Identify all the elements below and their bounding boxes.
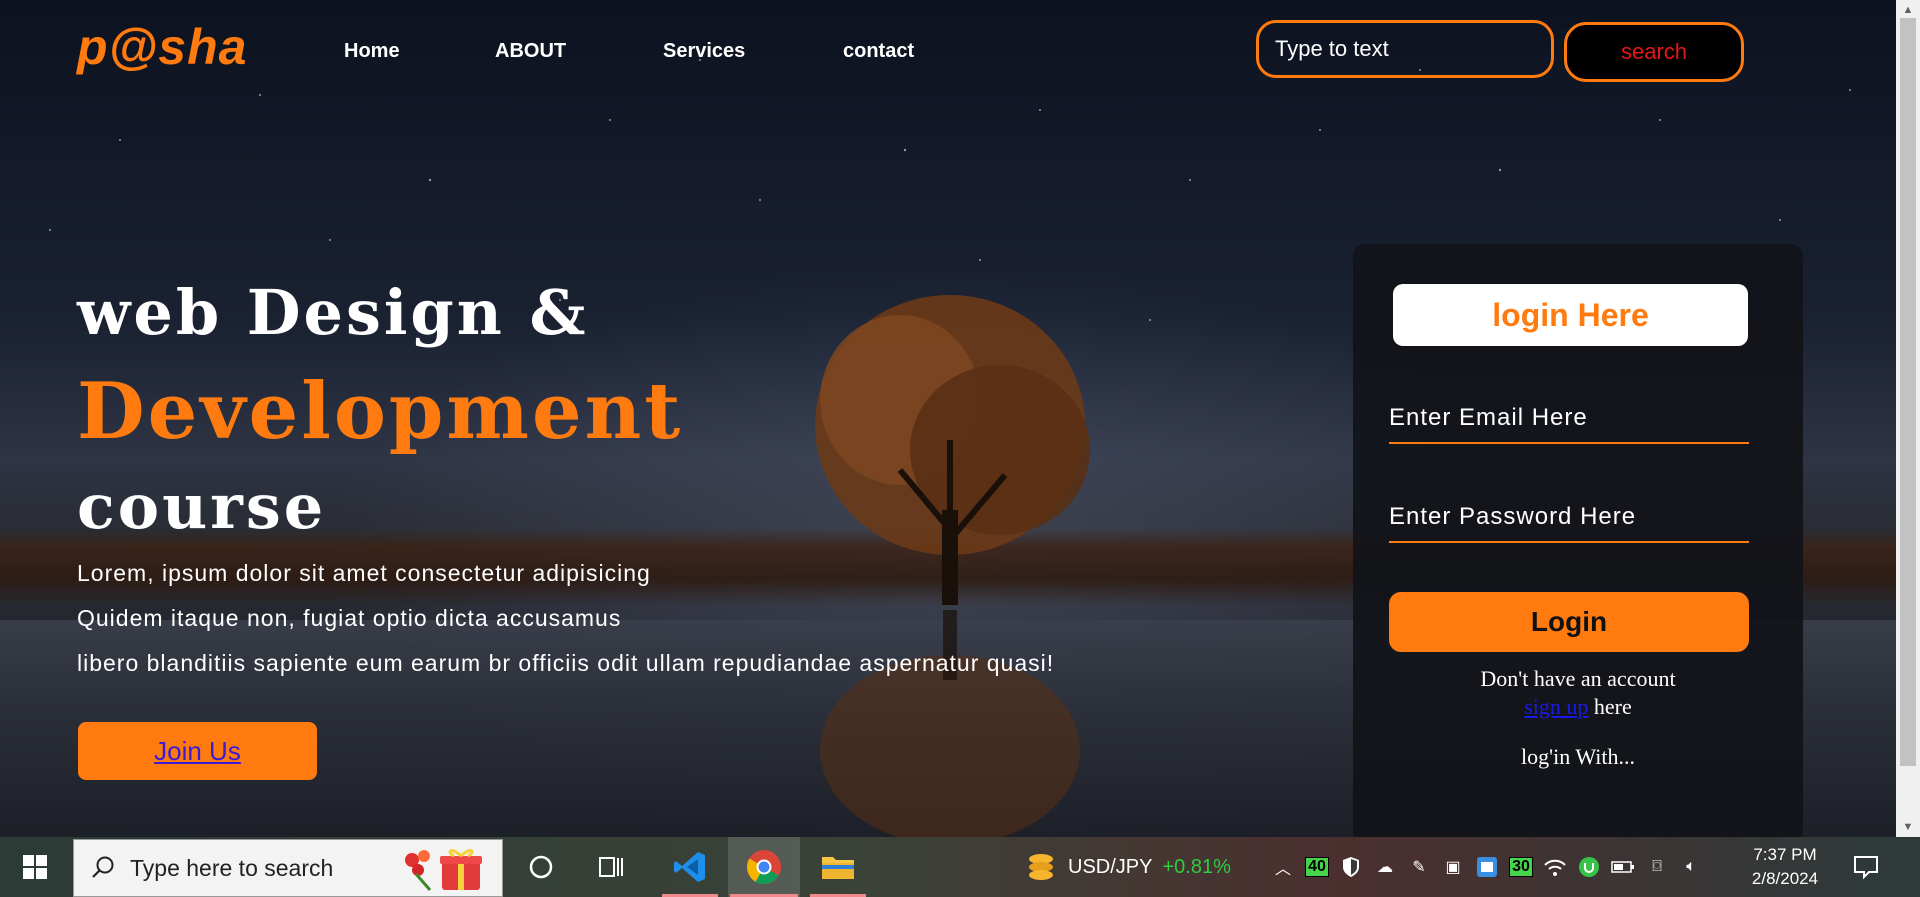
scroll-thumb[interactable] <box>1900 18 1916 766</box>
login-card-title: login Here <box>1393 284 1748 346</box>
cloud-sync-icon[interactable]: ☁ <box>1372 854 1398 880</box>
tray-app-icon[interactable]: ▣ <box>1440 854 1466 880</box>
nav-about[interactable]: ABOUT <box>495 40 566 63</box>
task-view-icon <box>599 857 623 877</box>
login-with-text: log'in With... <box>1521 744 1635 769</box>
camera-privacy-icon[interactable]: ⌼ <box>1644 854 1670 880</box>
signup-line: sign up here <box>1353 694 1803 720</box>
folder-icon <box>822 857 854 879</box>
nav-contact[interactable]: contact <box>843 40 914 63</box>
notification-center-icon[interactable] <box>1852 853 1880 886</box>
webpage-viewport: p@sha Home ABOUT Services contact search… <box>0 0 1896 837</box>
login-button[interactable]: Login <box>1389 592 1749 652</box>
search-input[interactable] <box>1256 20 1554 78</box>
battery-icon[interactable] <box>1610 854 1636 880</box>
currency-ticker-widget[interactable]: USD/JPY +0.81% <box>1024 837 1231 897</box>
upwork-icon[interactable] <box>1576 854 1602 880</box>
ticker-pair: USD/JPY <box>1068 855 1153 878</box>
nav-services[interactable]: Services <box>663 40 745 63</box>
gift-flowers-icon <box>405 849 482 891</box>
taskbar-app-vscode[interactable] <box>660 837 720 897</box>
hero-paragraph-line: Lorem, ipsum dolor sit amet consectetur … <box>77 560 651 586</box>
scroll-up-arrow-icon[interactable]: ▲ <box>1902 4 1914 16</box>
signup-suffix: here <box>1593 694 1632 719</box>
join-us-button[interactable]: Join Us <box>78 722 317 780</box>
taskbar-search-placeholder: Type here to search <box>130 854 334 881</box>
chrome-icon <box>747 850 781 884</box>
tree-silhouette <box>815 295 1090 837</box>
system-tray: ︿ 40 ☁ ✎ ▣ 30 ⌼ 🔈︎ <box>1270 837 1704 897</box>
hero-title-line3: course <box>77 470 327 543</box>
windows-logo-icon <box>23 855 47 879</box>
pen-tablet-icon[interactable]: ✎ <box>1406 854 1432 880</box>
show-hidden-icons-chevron-icon[interactable]: ︿ <box>1270 854 1296 880</box>
coins-icon <box>1029 854 1053 880</box>
task-view-button[interactable] <box>586 837 636 897</box>
hero-title-line2: Development <box>77 366 684 457</box>
site-logo[interactable]: p@sha <box>77 18 247 76</box>
hero-paragraph-line: libero blanditiis sapiente eum earum br … <box>77 650 1055 676</box>
vertical-scrollbar[interactable]: ▲ ▼ <box>1896 0 1920 837</box>
taskbar-clock[interactable]: 7:37 PM 2/8/2024 <box>1740 843 1830 891</box>
windows-taskbar: Type here to search USD/JPY +0.81% ︿ 40 … <box>0 837 1920 897</box>
search-icon <box>92 856 114 878</box>
clock-date: 2/8/2024 <box>1751 869 1819 888</box>
start-button[interactable] <box>0 837 70 897</box>
taskbar-app-file-explorer[interactable] <box>808 837 868 897</box>
calendar-app-icon[interactable] <box>1474 854 1500 880</box>
email-field[interactable] <box>1389 394 1749 444</box>
volume-icon[interactable]: 🔈︎ <box>1678 854 1704 880</box>
signup-link[interactable]: sign up <box>1524 694 1588 719</box>
taskbar-search-box[interactable]: Type here to search <box>73 839 503 897</box>
nav-home[interactable]: Home <box>344 40 400 63</box>
login-card: login Here Login Don't have an account s… <box>1353 244 1803 837</box>
no-account-text: Don't have an account <box>1480 666 1676 691</box>
hero-paragraph-line: Quidem itaque non, fugiat optio dicta ac… <box>77 605 622 631</box>
security-shield-icon[interactable] <box>1338 854 1364 880</box>
tray-badge-icon[interactable]: 40 <box>1304 854 1330 880</box>
cortana-button[interactable] <box>516 837 566 897</box>
cortana-circle-icon <box>529 855 553 879</box>
scroll-down-arrow-icon[interactable]: ▼ <box>1902 821 1914 833</box>
search-button[interactable]: search <box>1564 22 1744 82</box>
ticker-change: +0.81% <box>1162 855 1231 878</box>
clock-time: 7:37 PM <box>1753 845 1817 864</box>
wifi-icon[interactable] <box>1542 854 1568 880</box>
taskbar-app-chrome[interactable] <box>728 837 800 897</box>
password-field[interactable] <box>1389 493 1749 543</box>
hero-title-line1: web Design & <box>77 276 589 349</box>
tray-badge-icon[interactable]: 30 <box>1508 854 1534 880</box>
vscode-icon <box>674 852 705 882</box>
